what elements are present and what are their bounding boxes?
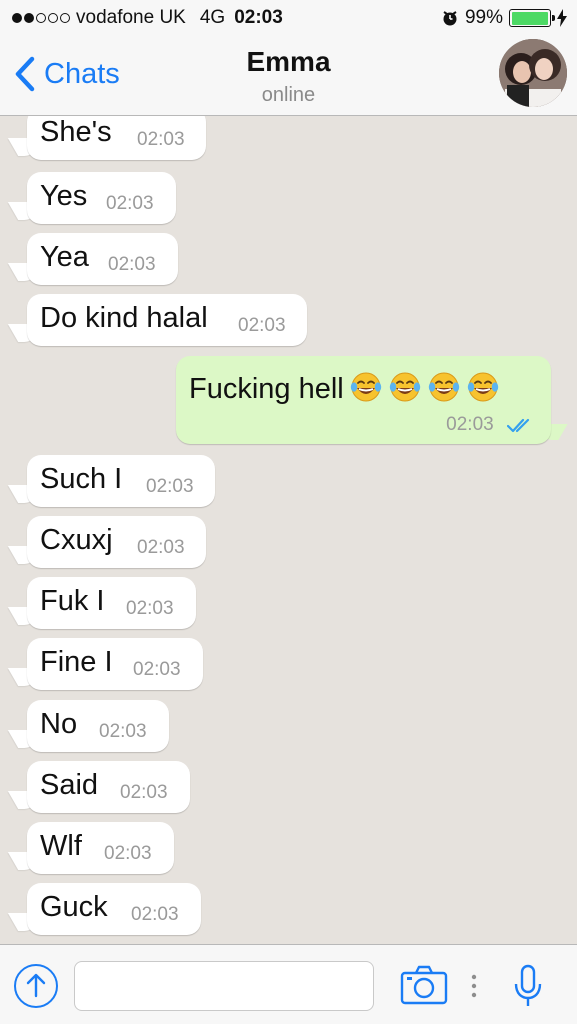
more-button[interactable] (470, 973, 478, 1004)
message-text-words: Fucking hell (189, 373, 344, 405)
message-time: 02:03 (137, 129, 185, 150)
share-button[interactable] (14, 964, 58, 1008)
message-text: Yea (40, 241, 89, 273)
status-left: vodafone UK 4G (12, 7, 225, 29)
message-bubble-incoming[interactable]: Cxuxj 02:03 (27, 516, 206, 568)
contact-avatar[interactable] (499, 39, 567, 107)
signal-dot (60, 13, 70, 23)
message-bubble-incoming[interactable]: Guck 02:03 (27, 883, 201, 935)
status-bar: vodafone UK 4G 02:03 99% (0, 0, 577, 36)
signal-dot (36, 13, 46, 23)
camera-button[interactable] (400, 965, 448, 1010)
signal-strength-icon (12, 13, 70, 23)
share-icon (26, 973, 46, 998)
read-receipt-icon (507, 418, 530, 433)
tears-of-joy-emoji-icon (467, 372, 498, 402)
message-bubble-incoming[interactable]: Fine I 02:03 (27, 638, 203, 690)
tears-of-joy-emoji-icon (428, 372, 459, 402)
message-input[interactable] (74, 961, 374, 1011)
contact-status: online (261, 84, 316, 106)
message-bubble-incoming[interactable]: Fuk I 02:03 (27, 577, 196, 629)
message-bubble-incoming[interactable]: Yes 02:03 (27, 172, 176, 224)
message-bubble-outgoing[interactable]: Fucking hell 02:03 (176, 356, 551, 444)
battery-percent: 99% (464, 7, 503, 28)
tears-of-joy-emoji-icon (350, 372, 381, 402)
message-time: 02:03 (99, 721, 147, 742)
avatar-photo (499, 39, 567, 107)
message-text: Fucking hell (189, 370, 500, 406)
message-text: Yes (40, 180, 88, 212)
message-text: No (40, 708, 78, 740)
message-bubble-incoming[interactable]: Yea 02:03 (27, 233, 178, 285)
message-bubble-incoming[interactable]: Do kind halal 02:03 (27, 294, 307, 346)
message-list[interactable]: She's 02:03 Yes 02:03 Yea 02:03 Do kind … (0, 116, 577, 944)
message-text: Cxuxj (40, 524, 113, 556)
network-type: 4G (199, 7, 226, 28)
message-time: 02:03 (126, 598, 174, 619)
message-bubble-incoming[interactable]: Said 02:03 (27, 761, 190, 813)
compose-bar (0, 944, 577, 1024)
alarm-icon (443, 11, 457, 26)
message-bubble-incoming[interactable]: No 02:03 (27, 700, 169, 752)
message-time: 02:03 (106, 193, 154, 214)
signal-dot (48, 13, 58, 23)
message-bubble-incoming[interactable]: Such I 02:03 (27, 455, 215, 507)
message-time: 02:03 (238, 315, 286, 336)
battery-icon (509, 9, 555, 27)
message-bubble-incoming[interactable]: She's 02:03 (27, 116, 206, 160)
more-icon (471, 974, 477, 998)
tears-of-joy-emoji-row (344, 372, 500, 405)
message-time: 02:03 (108, 254, 156, 275)
message-text: Do kind halal (40, 302, 208, 334)
message-time-wrap: 02:03 (446, 414, 535, 436)
message-time: 02:03 (146, 476, 194, 497)
message-text: Said (40, 769, 99, 801)
message-bubble-incoming[interactable]: Wlf 02:03 (27, 822, 174, 874)
status-time: 02:03 (234, 7, 283, 28)
message-time: 02:03 (137, 537, 185, 558)
message-time: 02:03 (120, 782, 168, 803)
signal-dot (12, 13, 22, 23)
message-text: Fine I (40, 646, 113, 678)
message-time: 02:03 (133, 659, 181, 680)
message-text: Guck (40, 891, 108, 923)
camera-icon (400, 965, 448, 1005)
charging-bolt-icon (557, 9, 567, 27)
status-right: 99% (441, 7, 567, 29)
tears-of-joy-emoji-icon (389, 372, 420, 402)
message-text: She's (40, 116, 112, 148)
message-text: Wlf (40, 830, 82, 862)
microphone-button[interactable] (513, 964, 543, 1013)
carrier-name: vodafone UK (76, 7, 186, 28)
microphone-icon (514, 964, 542, 1006)
battery-fill (511, 11, 549, 25)
message-time: 02:03 (446, 414, 494, 435)
message-text: Fuk I (40, 585, 105, 617)
signal-dot (24, 13, 34, 23)
message-text: Such I (40, 463, 123, 495)
contact-name[interactable]: Emma (0, 46, 577, 78)
nav-bar: Chats Emma online (0, 36, 577, 116)
message-time: 02:03 (131, 904, 179, 925)
message-time: 02:03 (104, 843, 152, 864)
